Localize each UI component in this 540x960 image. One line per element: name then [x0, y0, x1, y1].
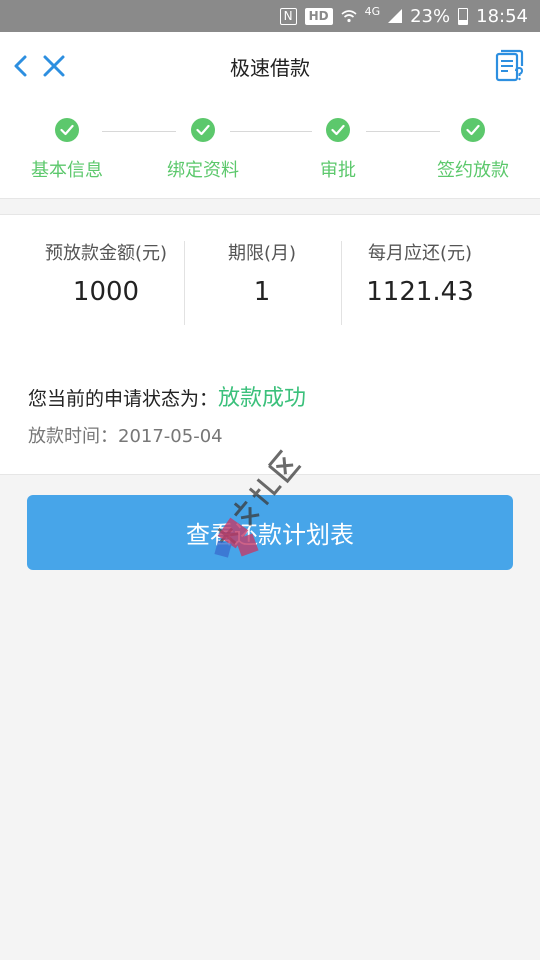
- wifi-icon: [341, 10, 357, 23]
- page-title: 极速借款: [230, 56, 310, 80]
- nfc-icon: N: [279, 7, 297, 25]
- summary-value: 1000: [72, 277, 140, 307]
- time-label: 放款时间：: [28, 426, 118, 447]
- step-label: 审批: [320, 160, 356, 181]
- status-line: 您当前的申请状态为：放款成功: [28, 380, 306, 412]
- progress-steps: 基本信息 绑定资料 审批 签约放款: [0, 98, 540, 199]
- view-repayment-plan-button[interactable]: 查看还款计划表: [27, 495, 513, 570]
- status-bar: N HD 4G 23% 18:54: [0, 0, 540, 32]
- step-bind-data: 绑定资料: [143, 118, 263, 182]
- status-prefix: 您当前的申请状态为：: [28, 388, 219, 410]
- loan-summary: 预放款金额(元) 1000 期限(月) 1 每月应还(元) 1121.43: [0, 214, 540, 354]
- step-approval: 审批: [278, 118, 398, 182]
- summary-amount: 预放款金额(元) 1000: [26, 239, 186, 307]
- status-value: 放款成功: [218, 386, 307, 411]
- battery-icon: [458, 7, 469, 25]
- step-label: 绑定资料: [167, 160, 239, 181]
- summary-label: 期限(月): [227, 243, 297, 264]
- network-type: 4G: [364, 4, 381, 18]
- summary-value: 1: [253, 277, 271, 307]
- step-label: 签约放款: [437, 160, 509, 181]
- summary-label: 预放款金额(元): [44, 243, 168, 264]
- clock: 18:54: [476, 5, 528, 27]
- step-basic-info: 基本信息: [7, 118, 127, 182]
- application-status: 您当前的申请状态为：放款成功 放款时间：2017-05-04: [0, 352, 540, 475]
- summary-value: 1121.43: [366, 277, 474, 307]
- document-help-icon[interactable]: [492, 48, 528, 84]
- step-label: 基本信息: [31, 160, 103, 181]
- summary-monthly-repayment: 每月应还(元) 1121.43: [340, 239, 500, 307]
- summary-label: 每月应还(元): [367, 243, 473, 264]
- disburse-time: 放款时间：2017-05-04: [28, 422, 223, 448]
- check-icon: [191, 118, 215, 142]
- time-value: 2017-05-04: [118, 426, 223, 447]
- summary-term: 期限(月) 1: [182, 239, 342, 307]
- check-icon: [326, 118, 350, 142]
- battery-percent: 23%: [410, 5, 451, 27]
- step-sign-disburse: 签约放款: [413, 118, 533, 182]
- check-icon: [55, 118, 79, 142]
- hd-icon: HD: [304, 7, 333, 25]
- check-icon: [461, 118, 485, 142]
- app-header: 极速借款: [0, 32, 540, 98]
- signal-icon: [388, 9, 403, 23]
